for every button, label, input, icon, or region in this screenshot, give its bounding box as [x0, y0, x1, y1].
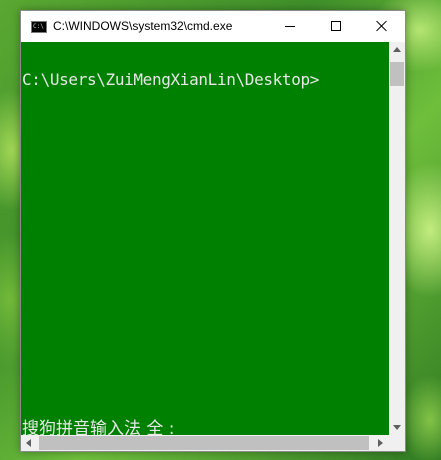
- minimize-button[interactable]: [267, 11, 313, 42]
- command-prompt: C:\Users\ZuiMengXianLin\Desktop>: [22, 70, 320, 89]
- size-grip[interactable]: [389, 435, 405, 451]
- maximize-button[interactable]: [313, 11, 359, 42]
- ime-status-bar: 搜狗拼音输入法 全 :: [22, 419, 175, 435]
- scroll-down-icon[interactable]: [393, 425, 401, 430]
- horizontal-scrollbar[interactable]: [21, 435, 389, 451]
- minimize-icon: [285, 26, 295, 27]
- horizontal-scroll-thumb[interactable]: [39, 436, 369, 450]
- maximize-icon: [331, 21, 341, 31]
- scroll-right-icon[interactable]: [378, 439, 383, 447]
- vertical-scrollbar[interactable]: [389, 42, 405, 435]
- title-bar[interactable]: C:\ C:\WINDOWS\system32\cmd.exe: [21, 11, 405, 42]
- close-button[interactable]: [359, 11, 405, 42]
- cmd-window[interactable]: C:\ C:\WINDOWS\system32\cmd.exe C:\Users…: [20, 10, 406, 452]
- window-title: C:\WINDOWS\system32\cmd.exe: [53, 19, 233, 33]
- close-icon: [376, 20, 388, 32]
- cmd-app-icon[interactable]: C:\: [31, 21, 47, 33]
- scroll-left-icon[interactable]: [26, 439, 31, 447]
- vertical-scroll-thumb[interactable]: [390, 62, 404, 86]
- console-area[interactable]: C:\Users\ZuiMengXianLin\Desktop> 搜狗拼音输入法…: [21, 42, 389, 435]
- scroll-up-icon[interactable]: [393, 47, 401, 52]
